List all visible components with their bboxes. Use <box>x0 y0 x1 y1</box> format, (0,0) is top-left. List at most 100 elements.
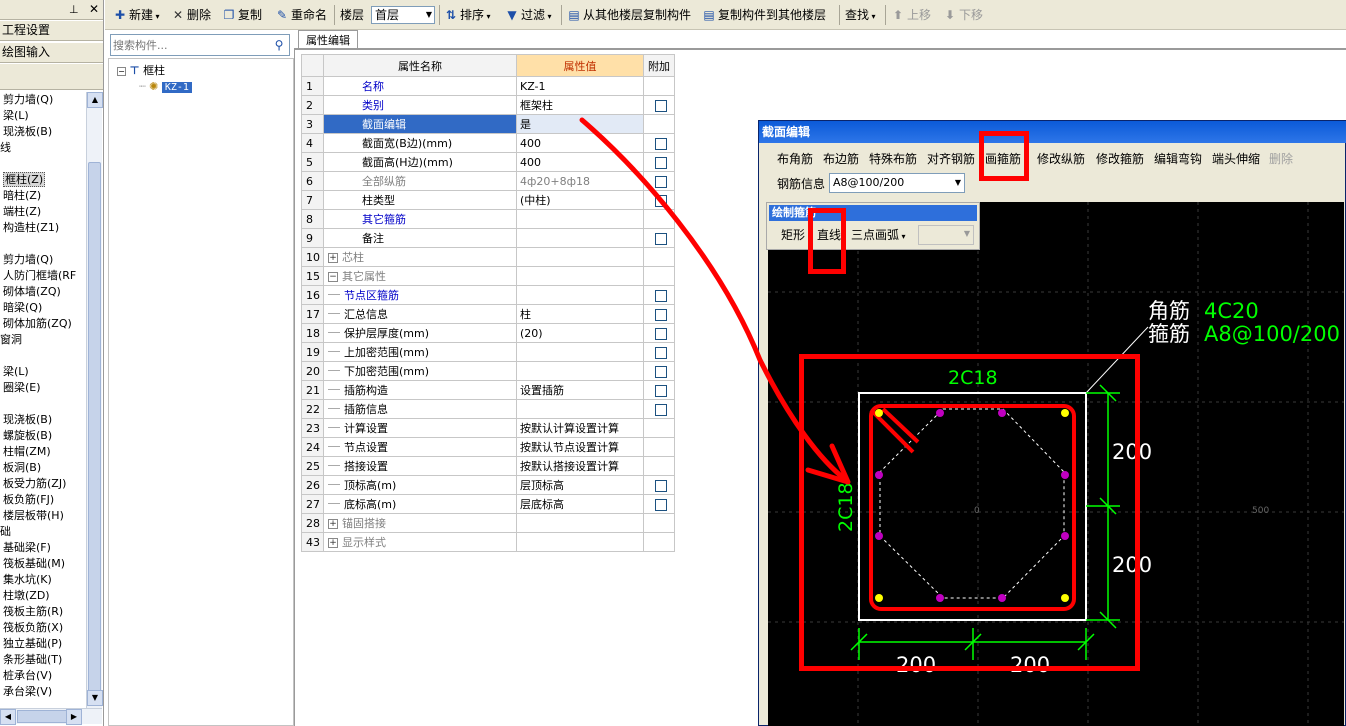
move-down-button[interactable]: ⬇ 下移 <box>943 5 983 25</box>
collapse-icon[interactable]: − <box>117 66 126 76</box>
expand-icon[interactable]: + <box>328 253 338 263</box>
edit-longitudinal-button[interactable]: 修改纵筋 <box>1037 149 1085 169</box>
property-value[interactable]: KZ-1 <box>516 76 644 96</box>
tab-property-edit[interactable]: 属性编辑 <box>298 30 358 50</box>
copy-from-floor-button[interactable]: ▤ 从其他楼层复制构件 <box>567 5 691 25</box>
collapse-icon[interactable]: − <box>328 272 338 282</box>
nav-item[interactable]: 基础梁(F) <box>3 540 51 556</box>
scroll-thumb[interactable] <box>88 162 101 702</box>
tree-node-frame-column[interactable]: − ⊤ 框柱 <box>117 63 165 79</box>
property-name-cell[interactable]: 上加密范围(mm) <box>323 342 517 362</box>
nav-item[interactable]: 条形基础(T) <box>3 652 62 668</box>
property-value[interactable]: 按默认节点设置计算 <box>516 437 644 457</box>
nav-vertical-scrollbar[interactable]: ▲ ▼ <box>86 92 103 708</box>
delete-button[interactable]: ✕ 删除 <box>171 5 211 25</box>
table-row[interactable]: 16 节点区箍筋 <box>301 285 675 305</box>
property-value[interactable]: 柱 <box>516 304 644 324</box>
property-value[interactable]: 400 <box>516 152 644 172</box>
table-row[interactable]: 28 + 锚固搭接 <box>301 513 675 533</box>
checkbox[interactable] <box>655 289 667 302</box>
draw-rectangle-button[interactable]: 矩形 <box>781 225 805 245</box>
delete-button[interactable]: 删除 <box>1269 149 1293 169</box>
nav-item[interactable]: 筏板负筋(X) <box>3 620 63 636</box>
table-row[interactable]: 43 + 显示样式 <box>301 532 675 552</box>
nav-item[interactable]: 梁(L) <box>3 108 29 124</box>
property-value[interactable]: 框架柱 <box>516 95 644 115</box>
table-row[interactable]: 24 节点设置 按默认节点设置计算 <box>301 437 675 457</box>
search-input[interactable] <box>111 35 271 55</box>
checkbox[interactable] <box>655 156 667 169</box>
checkbox[interactable] <box>655 346 667 359</box>
table-row[interactable]: 8 其它箍筋 <box>301 209 675 229</box>
pin-icon[interactable]: ⊥ <box>69 3 79 16</box>
property-name-cell[interactable]: 计算设置 <box>323 418 517 438</box>
nav-item[interactable]: 筏板主筋(R) <box>3 604 63 620</box>
property-value[interactable]: (20) <box>516 323 644 343</box>
property-name-cell[interactable]: + 锚固搭接 <box>323 513 517 533</box>
nav-item[interactable]: 圈梁(E) <box>3 380 41 396</box>
table-row[interactable]: 1 名称 KZ-1 <box>301 76 675 96</box>
scroll-right-icon[interactable]: ▶ <box>66 709 82 725</box>
property-value[interactable] <box>516 285 644 305</box>
property-name-cell[interactable]: 搭接设置 <box>323 456 517 476</box>
nav-item[interactable]: 桩承台(V) <box>3 668 52 684</box>
nav-item[interactable]: 板受力筋(ZJ) <box>3 476 66 492</box>
property-name-cell[interactable]: 全部纵筋 <box>323 171 517 191</box>
checkbox[interactable] <box>655 365 667 378</box>
nav-item[interactable]: 现浇板(B) <box>3 124 52 140</box>
copy-to-floor-button[interactable]: ▤ 复制构件到其他楼层 <box>702 5 826 25</box>
table-row[interactable]: 5 截面高(H边)(mm) 400 <box>301 152 675 172</box>
property-value[interactable] <box>516 513 644 533</box>
nav-item[interactable]: 砌体加筋(ZQ) <box>3 316 72 332</box>
table-row[interactable]: 20 下加密范围(mm) <box>301 361 675 381</box>
align-bar-button[interactable]: 对齐钢筋 <box>927 149 975 169</box>
property-name-cell[interactable]: 截面编辑 <box>323 114 517 134</box>
table-row[interactable]: 7 柱类型 (中柱) <box>301 190 675 210</box>
nav-item[interactable]: 暗梁(Q) <box>3 300 42 316</box>
table-row[interactable]: 3 截面编辑 是 <box>301 114 675 134</box>
property-value[interactable] <box>516 209 644 229</box>
nav-item[interactable]: 端柱(Z) <box>3 204 41 220</box>
checkbox[interactable] <box>655 327 667 340</box>
property-name-cell[interactable]: 底标高(m) <box>323 494 517 514</box>
edit-stirrup-button[interactable]: 修改箍筋 <box>1096 149 1144 169</box>
nav-horizontal-scrollbar[interactable]: ◀ ▶ <box>0 708 102 725</box>
end-extend-button[interactable]: 端头伸缩 <box>1212 149 1260 169</box>
checkbox[interactable] <box>655 308 667 321</box>
table-row[interactable]: 21 插筋构造 设置插筋 <box>301 380 675 400</box>
property-value[interactable] <box>516 228 644 248</box>
search-icon[interactable]: ⚲ <box>271 37 287 53</box>
checkbox[interactable] <box>655 498 667 511</box>
scroll-up-icon[interactable]: ▲ <box>87 92 103 108</box>
table-row[interactable]: 18 保护层厚度(mm) (20) <box>301 323 675 343</box>
property-name-cell[interactable]: 顶标高(m) <box>323 475 517 495</box>
checkbox[interactable] <box>655 403 667 416</box>
property-name-cell[interactable]: 其它箍筋 <box>323 209 517 229</box>
draw-arc-button[interactable]: 三点画弧 ▾ <box>851 225 906 245</box>
table-row[interactable]: 9 备注 <box>301 228 675 248</box>
scroll-thumb-horizontal[interactable] <box>17 710 67 723</box>
nav-item[interactable]: 柱帽(ZM) <box>3 444 51 460</box>
nav-item[interactable]: 砌体墙(ZQ) <box>3 284 61 300</box>
nav-item[interactable]: 梁(L) <box>3 364 29 380</box>
rename-button[interactable]: ✎ 重命名 <box>275 5 327 25</box>
property-name-cell[interactable]: 备注 <box>323 228 517 248</box>
expand-icon[interactable]: + <box>328 538 338 548</box>
property-value[interactable]: 层顶标高 <box>516 475 644 495</box>
filter-button[interactable]: ▼ 过滤 ▾ <box>505 5 551 25</box>
property-name-cell[interactable]: 保护层厚度(mm) <box>323 323 517 343</box>
scroll-down-icon[interactable]: ▼ <box>87 690 103 706</box>
nav-item[interactable]: 楼层板带(H) <box>3 508 64 524</box>
nav-item[interactable]: 人防门框墙(RF <box>3 268 76 284</box>
property-value[interactable]: 400 <box>516 133 644 153</box>
nav-item[interactable]: 线 <box>0 140 11 156</box>
sort-button[interactable]: ⇅ 排序 ▾ <box>444 5 491 25</box>
table-row[interactable]: 27 底标高(m) 层底标高 <box>301 494 675 514</box>
close-icon[interactable]: ✕ <box>89 2 99 16</box>
property-name-cell[interactable]: 柱类型 <box>323 190 517 210</box>
property-value[interactable]: 按默认搭接设置计算 <box>516 456 644 476</box>
checkbox[interactable] <box>655 232 667 245</box>
checkbox[interactable] <box>655 384 667 397</box>
property-name-cell[interactable]: 节点区箍筋 <box>323 285 517 305</box>
nav-item[interactable]: 窗洞 <box>0 332 22 348</box>
